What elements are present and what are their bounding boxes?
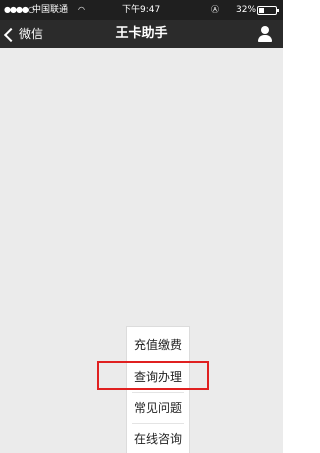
user-icon[interactable] [257,26,273,42]
battery-level [259,8,264,13]
battery-percentage: 32% [236,5,257,15]
status-bar: ●●●●○ 中国联通 ◠ 下午9:47 Ⓐ 32% [0,0,283,20]
menu-item-faq[interactable]: 常见问题 [127,393,189,423]
clock: 下午9:47 [122,5,161,15]
page-title: 王卡助手 [115,26,168,41]
battery-icon [257,6,279,15]
menu-item-recharge[interactable]: 充值缴费 [127,330,189,360]
navigation-bar: 微信 王卡助手 [0,20,283,48]
signal-strength-icon: ●●●●○ [4,5,35,14]
phone-screen: ●●●●○ 中国联通 ◠ 下午9:47 Ⓐ 32% 微信 王卡助手 充值缴费 查… [0,0,283,453]
carrier-label: 中国联通 [32,5,69,15]
wifi-icon: ◠ [78,5,85,14]
rotation-lock-icon: Ⓐ [211,5,219,14]
image-margin [283,0,289,453]
highlight-box [97,361,209,390]
menu-item-online-consult[interactable]: 在线咨询 [127,424,189,453]
